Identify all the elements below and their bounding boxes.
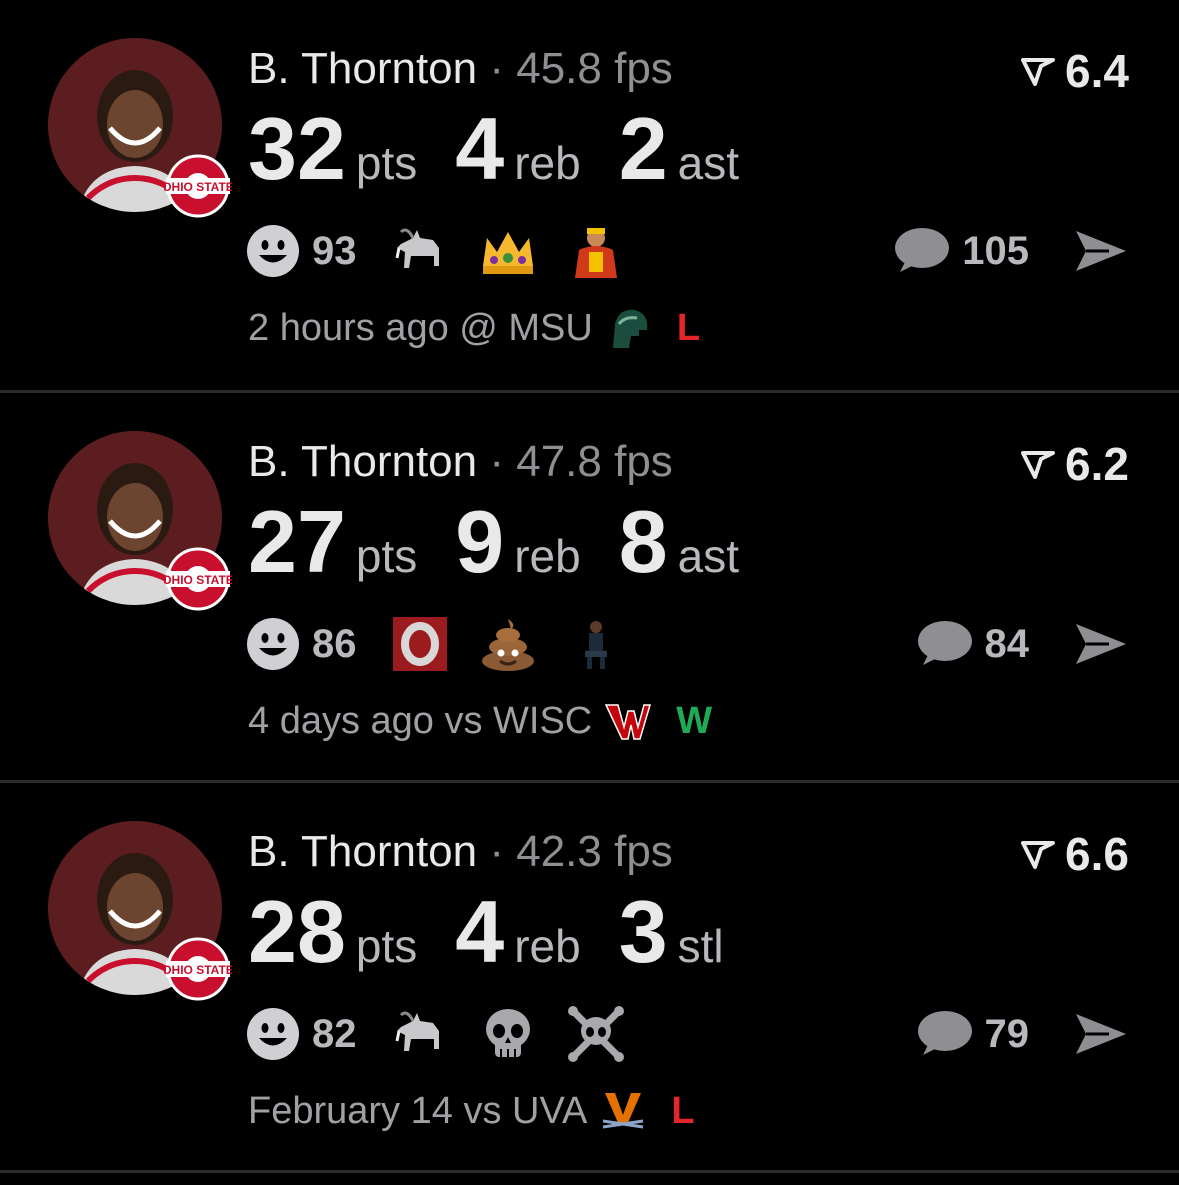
game-result: L xyxy=(671,1089,695,1132)
game-time: February 14 vs UVA xyxy=(248,1089,588,1132)
reactions-bar: 82 xyxy=(246,1005,655,1063)
rating: 6.4 xyxy=(1021,44,1129,98)
comments-area: 105 xyxy=(894,222,1129,280)
reaction-count: 82 xyxy=(312,1011,357,1056)
svg-text:OHIO STATE: OHIO STATE xyxy=(164,180,232,194)
post-header: B. Thornton · 45.8 fps xyxy=(248,44,673,94)
comments-area: 79 xyxy=(917,1005,1130,1063)
rating: 6.6 xyxy=(1021,827,1129,881)
fantasy-points: 45.8 fps xyxy=(516,44,673,93)
game-time: 4 days ago vs WISC xyxy=(248,699,593,742)
rating: 6.2 xyxy=(1021,437,1129,491)
goat-emoji-icon[interactable] xyxy=(391,1005,449,1063)
stat-value: 32 xyxy=(248,99,346,198)
rating-icon xyxy=(1021,451,1056,479)
share-icon[interactable] xyxy=(1073,228,1129,274)
stat-value: 8 xyxy=(618,492,668,591)
stat-unit: ast xyxy=(677,137,740,189)
stat-value: 3 xyxy=(618,882,668,981)
hulk-hogan-emoji-icon[interactable] xyxy=(567,222,625,280)
share-icon[interactable] xyxy=(1073,621,1129,667)
smile-reaction-icon[interactable] xyxy=(246,617,300,671)
comment-icon[interactable] xyxy=(894,226,950,276)
rating-value: 6.4 xyxy=(1065,45,1129,97)
share-icon[interactable] xyxy=(1073,1011,1129,1057)
reactions-bar: 86 xyxy=(246,615,655,673)
stat-unit: reb xyxy=(514,920,581,972)
skull-crossbones-emoji-icon[interactable] xyxy=(567,1005,625,1063)
stat-unit: stl xyxy=(677,920,724,972)
sitting-person-emoji-icon[interactable] xyxy=(567,615,625,673)
stat-unit: reb xyxy=(514,137,581,189)
msu-spartan-icon xyxy=(612,309,648,348)
ohio-state-logo-icon: OHIO STATE xyxy=(162,152,234,220)
goat-emoji-icon[interactable] xyxy=(391,222,449,280)
stat-value: 4 xyxy=(455,882,505,981)
divider xyxy=(0,1170,1179,1173)
crown-emoji-icon[interactable] xyxy=(479,222,537,280)
ohio-state-o-emoji-icon[interactable] xyxy=(391,615,449,673)
svg-text:OHIO STATE: OHIO STATE xyxy=(164,573,232,587)
stat-unit: ast xyxy=(677,530,740,582)
fantasy-points: 42.3 fps xyxy=(516,827,673,876)
post-card[interactable]: OHIO STATE B. Thornton · 42.3 fps 6.6 28… xyxy=(0,783,1179,1171)
game-info: 2 hours ago @ MSU L xyxy=(248,304,700,352)
ohio-state-logo-icon: OHIO STATE xyxy=(162,545,234,613)
virginia-v-icon xyxy=(603,1093,644,1129)
skull-emoji-icon[interactable] xyxy=(479,1005,537,1063)
stat-line: 27 pts 9 reb 8 ast xyxy=(248,491,777,593)
reaction-count: 86 xyxy=(312,621,357,666)
reactions-bar: 93 xyxy=(246,222,655,280)
game-result: W xyxy=(676,699,713,742)
separator: · xyxy=(489,44,504,93)
fantasy-points: 47.8 fps xyxy=(516,437,673,486)
rating-value: 6.2 xyxy=(1065,438,1129,490)
stat-value: 4 xyxy=(455,99,505,198)
game-info: 4 days ago vs WISC W xyxy=(248,697,712,745)
post-card[interactable]: OHIO STATE B. Thornton · 47.8 fps 6.2 27… xyxy=(0,393,1179,781)
comments-area: 84 xyxy=(917,615,1130,673)
player-name[interactable]: B. Thornton xyxy=(248,437,477,486)
stat-value: 28 xyxy=(248,882,346,981)
separator: · xyxy=(489,827,504,876)
comment-icon[interactable] xyxy=(917,619,973,669)
stat-value: 2 xyxy=(618,99,668,198)
comment-icon[interactable] xyxy=(917,1009,973,1059)
comment-count[interactable]: 84 xyxy=(985,622,1030,667)
stat-value: 27 xyxy=(248,492,346,591)
player-name[interactable]: B. Thornton xyxy=(248,827,477,876)
separator: · xyxy=(489,437,504,486)
game-result: L xyxy=(676,306,701,349)
stat-unit: pts xyxy=(355,137,418,189)
post-card[interactable]: OHIO STATE B. Thornton · 45.8 fps 6.4 32… xyxy=(0,0,1179,388)
stat-value: 9 xyxy=(455,492,505,591)
stat-line: 28 pts 4 reb 3 stl xyxy=(248,881,762,983)
rating-icon xyxy=(1021,58,1056,86)
post-header: B. Thornton · 47.8 fps xyxy=(248,437,673,487)
svg-text:OHIO STATE: OHIO STATE xyxy=(164,963,232,977)
stat-unit: pts xyxy=(355,920,418,972)
game-info: February 14 vs UVA L xyxy=(248,1087,695,1135)
reaction-count: 93 xyxy=(312,228,357,273)
rating-value: 6.6 xyxy=(1065,828,1129,880)
game-time: 2 hours ago @ MSU xyxy=(248,306,593,349)
post-header: B. Thornton · 42.3 fps xyxy=(248,827,673,877)
comment-count[interactable]: 105 xyxy=(962,229,1029,274)
wisconsin-w-icon xyxy=(605,704,652,740)
smile-reaction-icon[interactable] xyxy=(246,1007,300,1061)
rating-icon xyxy=(1021,841,1056,869)
stat-line: 32 pts 4 reb 2 ast xyxy=(248,98,777,200)
stat-unit: reb xyxy=(514,530,581,582)
player-name[interactable]: B. Thornton xyxy=(248,44,477,93)
comment-count[interactable]: 79 xyxy=(985,1012,1030,1057)
poop-emoji-icon[interactable] xyxy=(479,615,537,673)
smile-reaction-icon[interactable] xyxy=(246,224,300,278)
stat-unit: pts xyxy=(355,530,418,582)
ohio-state-logo-icon: OHIO STATE xyxy=(162,935,234,1003)
